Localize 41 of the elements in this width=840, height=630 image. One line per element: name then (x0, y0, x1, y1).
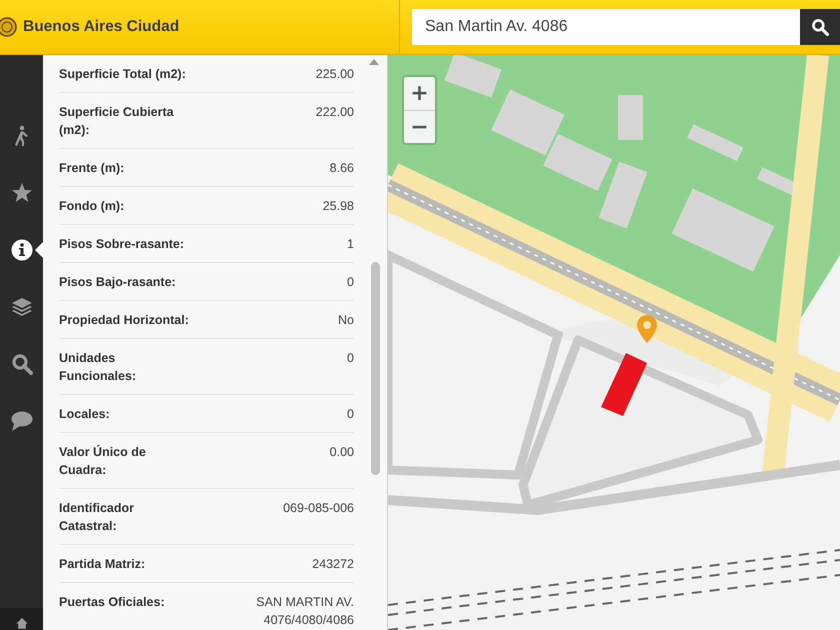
field-label: Frente (m): (59, 160, 124, 177)
field-label: Puertas Oficiales: (59, 594, 165, 611)
field-label: Pisos Bajo-rasante: (59, 274, 176, 291)
site-title: Buenos Aires Ciudad (23, 18, 180, 36)
field-label: Fondo (m): (59, 198, 124, 215)
field-label: Partida Matriz: (59, 556, 146, 573)
field-label: Superficie Total (m2): (59, 66, 186, 83)
info-icon (10, 238, 32, 260)
zoom-out-button[interactable]: − (404, 110, 435, 143)
field-label: Propiedad Horizontal: (59, 312, 189, 329)
field-value: 8.66 (330, 160, 354, 177)
parcel-shape (601, 353, 647, 416)
search-field[interactable]: San Martin Av. 4086 (412, 9, 800, 45)
search-icon (811, 18, 829, 36)
field-value: 225.00 (316, 66, 354, 83)
field-label: Locales: (59, 406, 110, 423)
field-label: Valor Único de Cuadra: (59, 444, 146, 479)
sidebar-item[interactable] (0, 608, 43, 630)
field-label: Unidades Funcionales: (59, 350, 136, 385)
field-value: 1 (347, 236, 354, 253)
field-value: 0.00 (330, 444, 354, 461)
field-value: 222.00 (316, 104, 354, 121)
field-value: SAN MARTIN AV. 4076/4080/4086 (256, 594, 354, 629)
home-icon (14, 616, 28, 630)
zoom-in-button[interactable]: + (404, 77, 435, 110)
layers-icon (10, 296, 32, 318)
location-pin-icon (637, 315, 657, 343)
search-icon (10, 352, 32, 374)
field-value: 069-085-006 (283, 500, 354, 517)
star-icon (10, 182, 32, 204)
field-value: No (338, 312, 354, 329)
field-label: Identificador Catastral: (59, 500, 134, 535)
field-value: 0 (347, 406, 354, 423)
speech-bubble-icon (10, 410, 32, 432)
field-label: Pisos Sobre-rasante: (59, 236, 184, 253)
field-label: Superficie Cubierta (m2): (59, 104, 174, 139)
search-button[interactable] (800, 9, 840, 45)
field-value: 0 (347, 350, 354, 367)
field-value: 243272 (312, 556, 354, 573)
field-value: 25.98 (322, 198, 354, 215)
field-value: 0 (347, 274, 354, 291)
